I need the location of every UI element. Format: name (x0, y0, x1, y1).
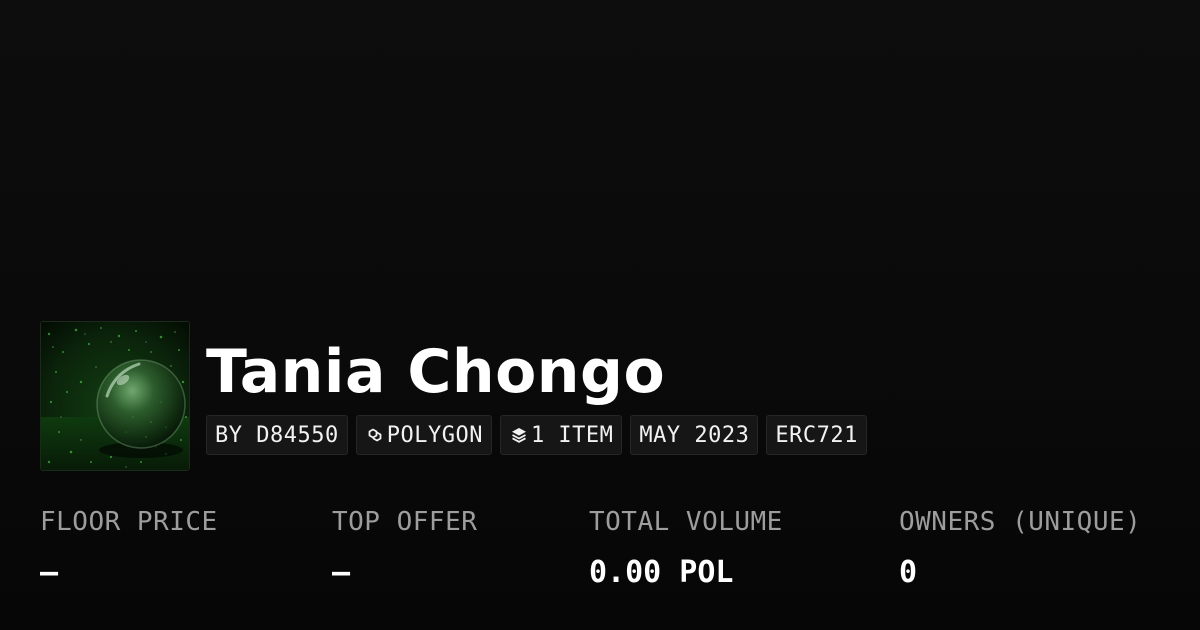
top-offer-stat: TOP OFFER – (332, 503, 477, 593)
chain-badge-label: POLYGON (386, 422, 483, 448)
crystal-ball-image (41, 322, 189, 470)
top-offer-value: – (332, 555, 351, 590)
total-volume-stat: TOTAL VOLUME 0.00 POL (589, 503, 783, 593)
creator-badge[interactable]: BY D84550 (206, 415, 348, 455)
items-badge[interactable]: 1 ITEM (499, 415, 623, 455)
chain-badge[interactable]: POLYGON (355, 415, 492, 455)
owners-stat: OWNERS (UNIQUE) 0 (899, 503, 1141, 593)
polygon-chain-icon (365, 425, 385, 445)
floor-price-label: FLOOR PRICE (40, 507, 218, 537)
total-volume-label: TOTAL VOLUME (589, 507, 783, 537)
layers-icon (509, 425, 529, 445)
top-offer-label: TOP OFFER (332, 507, 478, 537)
date-badge-label: MAY 2023 (639, 422, 750, 448)
collection-card: Tania Chongo BY D84550 POLYGON 1 ITEM MA… (0, 0, 1200, 630)
floor-price-stat: FLOOR PRICE – (40, 503, 218, 593)
date-badge: MAY 2023 (630, 415, 759, 455)
items-badge-label: 1 ITEM (530, 422, 614, 448)
owners-value: 0 (899, 555, 918, 590)
collection-badges: BY D84550 POLYGON 1 ITEM MAY 2023 ERC721 (206, 415, 867, 455)
floor-price-value: – (40, 555, 59, 590)
collection-thumbnail[interactable] (40, 321, 190, 471)
standard-badge: ERC721 (766, 415, 867, 455)
creator-badge-label: BY D84550 (215, 422, 339, 448)
collection-title: Tania Chongo (206, 337, 666, 407)
standard-badge-label: ERC721 (775, 422, 858, 448)
owners-label: OWNERS (UNIQUE) (899, 507, 1142, 537)
total-volume-value: 0.00 POL (589, 555, 734, 590)
